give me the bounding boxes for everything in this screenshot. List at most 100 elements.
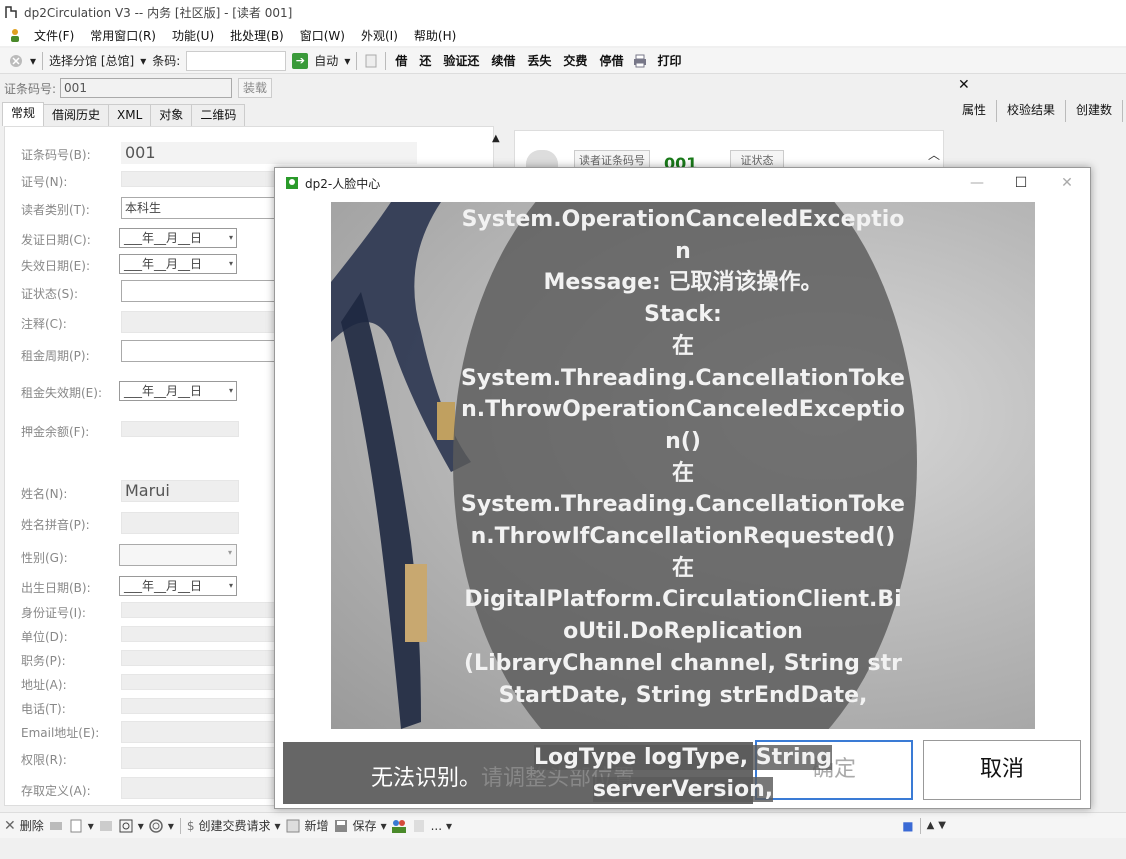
new-button[interactable]: 新增: [305, 817, 329, 834]
menu-help[interactable]: 帮助(H): [406, 27, 464, 44]
chevron-down-icon[interactable]: ▾: [381, 819, 387, 833]
toolbar-separator: [919, 817, 921, 834]
load-button[interactable]: 装载: [238, 78, 273, 98]
borrow-button[interactable]: 借: [392, 52, 410, 69]
tab-properties[interactable]: 属性: [952, 100, 998, 122]
face-icon[interactable]: [118, 818, 134, 834]
cancel-button[interactable]: 取消: [923, 740, 1081, 800]
chevron-down-icon[interactable]: ▾: [229, 255, 233, 273]
chevron-down-icon[interactable]: ▾: [344, 54, 350, 68]
document-icon[interactable]: [68, 818, 84, 834]
reader-barcode-input[interactable]: 001: [60, 78, 233, 98]
chevron-down-icon[interactable]: ▾: [140, 54, 146, 68]
stop-square-icon[interactable]: ■: [902, 819, 913, 833]
form-scrollbar[interactable]: ▲: [492, 130, 508, 170]
users-icon[interactable]: [391, 818, 407, 834]
field-id-number[interactable]: [121, 602, 277, 618]
field-expire-date[interactable]: ___年__月__日 ▾: [119, 254, 237, 274]
lost-button[interactable]: 丢失: [524, 52, 554, 69]
stop-icon[interactable]: [8, 53, 24, 69]
barcode-input[interactable]: [186, 50, 287, 71]
new-record-icon[interactable]: [285, 818, 301, 834]
minimize-icon[interactable]: —: [957, 172, 997, 194]
field-rent-expire[interactable]: ___年__月__日 ▾: [119, 381, 237, 401]
field-name-pinyin[interactable]: [121, 512, 239, 534]
chevron-down-icon[interactable]: ▾: [88, 819, 94, 833]
tab-borrow-history[interactable]: 借阅历史: [43, 104, 110, 126]
delete-icon[interactable]: ✕: [4, 818, 16, 834]
field-label: 身份证号(I):: [21, 606, 86, 620]
field-label: 失效日期(E):: [21, 259, 90, 273]
field-rights[interactable]: [121, 747, 277, 769]
field-deposit[interactable]: [121, 421, 239, 437]
close-icon[interactable]: ✕: [958, 78, 972, 92]
tab-xml[interactable]: XML: [108, 104, 152, 126]
chevron-down-icon[interactable]: ▾: [229, 229, 233, 247]
chevron-up-icon[interactable]: ▲: [492, 133, 500, 144]
field-rent-period[interactable]: [121, 340, 277, 362]
printer-icon[interactable]: [632, 53, 648, 69]
field-gender[interactable]: ▾: [119, 544, 237, 566]
chevron-up-icon[interactable]: ︿: [928, 146, 940, 163]
tab-object[interactable]: 对象: [150, 104, 193, 126]
auto-dropdown[interactable]: 自动: [314, 52, 338, 69]
verify-return-button[interactable]: 验证还: [440, 52, 482, 69]
field-comment[interactable]: [121, 311, 277, 333]
more-button[interactable]: ...: [431, 819, 442, 833]
field-department[interactable]: [121, 626, 277, 642]
chevron-down-icon[interactable]: ▾: [138, 819, 144, 833]
field-address[interactable]: [121, 674, 277, 690]
close-icon[interactable]: ✕: [1047, 172, 1087, 194]
menu-common-windows[interactable]: 常用窗口(R): [82, 27, 164, 44]
menu-file[interactable]: 文件(F): [26, 27, 82, 44]
document-icon[interactable]: [363, 53, 379, 69]
chevron-down-icon[interactable]: ▼: [938, 820, 946, 831]
pay-fee-button[interactable]: 交费: [560, 52, 590, 69]
chevron-up-icon[interactable]: ▲: [927, 820, 935, 831]
tab-qrcode[interactable]: 二维码: [191, 104, 246, 126]
field-barcode[interactable]: 001: [121, 142, 417, 164]
return-button[interactable]: 还: [416, 52, 434, 69]
field-card-number[interactable]: [121, 171, 277, 187]
field-label: 读者类别(T):: [21, 203, 90, 217]
chevron-down-icon[interactable]: ▾: [168, 819, 174, 833]
delete-button[interactable]: 删除: [20, 817, 44, 834]
save-icon[interactable]: [333, 818, 349, 834]
export-icon[interactable]: [411, 818, 427, 834]
card-icon[interactable]: [48, 818, 64, 834]
fingerprint-icon[interactable]: [148, 818, 164, 834]
tab-general[interactable]: 常规: [2, 102, 45, 126]
side-panel-tabs: 属性 校验结果 创建数: [952, 100, 1124, 122]
chevron-down-icon[interactable]: ▾: [229, 382, 233, 400]
field-post[interactable]: [121, 650, 277, 666]
menu-function[interactable]: 功能(U): [164, 27, 222, 44]
menu-batch[interactable]: 批处理(B): [222, 27, 292, 44]
save-button[interactable]: 保存: [353, 817, 377, 834]
chevron-down-icon[interactable]: ▾: [228, 548, 232, 557]
field-name[interactable]: Marui: [121, 480, 239, 502]
tab-create-data[interactable]: 创建数: [1066, 100, 1124, 122]
chevron-down-icon[interactable]: ▾: [229, 577, 233, 595]
renew-button[interactable]: 续借: [488, 52, 518, 69]
field-email[interactable]: [121, 721, 277, 743]
field-phone[interactable]: [121, 698, 277, 714]
field-birth-date[interactable]: ___年__月__日 ▾: [119, 576, 237, 596]
menu-appearance[interactable]: 外观(I): [353, 27, 406, 44]
chevron-down-icon[interactable]: ▾: [446, 819, 452, 833]
field-access[interactable]: [121, 777, 277, 799]
toolbar-separator: [179, 817, 181, 834]
chevron-down-icon[interactable]: ▾: [275, 819, 281, 833]
import-icon[interactable]: [98, 818, 114, 834]
chevron-down-icon[interactable]: ▾: [30, 54, 36, 68]
field-card-status[interactable]: [121, 280, 277, 302]
suspend-button[interactable]: 停借: [596, 52, 626, 69]
field-issue-date[interactable]: ___年__月__日 ▾: [119, 228, 237, 248]
arrow-right-icon[interactable]: ➔: [292, 52, 309, 69]
branch-selector[interactable]: 选择分馆 [总馆]: [49, 52, 134, 69]
menu-window[interactable]: 窗口(W): [292, 27, 353, 44]
tab-verify-results[interactable]: 校验结果: [997, 100, 1067, 122]
field-reader-type[interactable]: 本科生: [121, 197, 277, 219]
print-button[interactable]: 打印: [654, 52, 684, 69]
maximize-icon[interactable]: ☐: [1001, 172, 1041, 194]
create-fee-button[interactable]: 创建交费请求: [198, 817, 270, 834]
